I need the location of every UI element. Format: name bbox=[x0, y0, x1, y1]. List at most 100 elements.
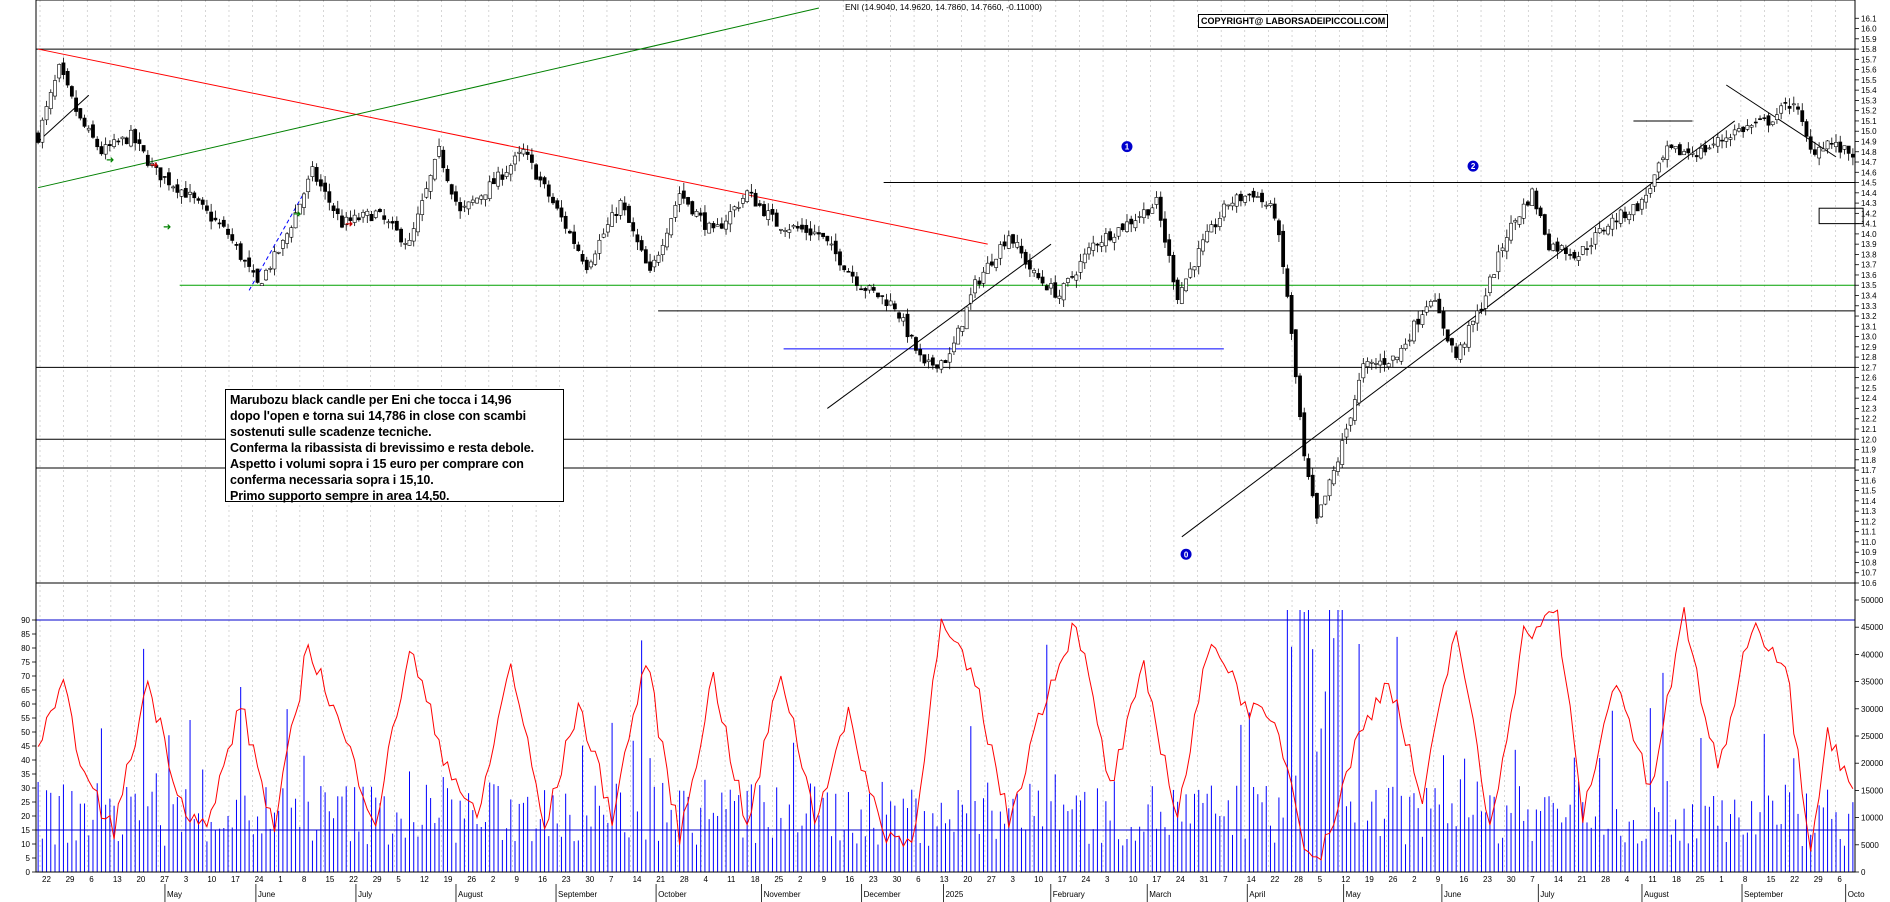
candle bbox=[1302, 412, 1307, 457]
candle bbox=[323, 182, 327, 192]
candle bbox=[407, 240, 412, 246]
candle bbox=[424, 188, 429, 198]
x-tick-label: 6 bbox=[1837, 875, 1842, 884]
y-tick-label: 14.6 bbox=[1861, 168, 1877, 177]
x-tick-label: 9 bbox=[1436, 875, 1441, 884]
candle bbox=[1061, 283, 1066, 301]
candle bbox=[981, 271, 986, 284]
candle bbox=[804, 224, 809, 233]
y-tick-label: 13.7 bbox=[1861, 261, 1877, 270]
left-tick-label: 5 bbox=[26, 854, 31, 863]
candle bbox=[1091, 242, 1096, 251]
y-tick-label: 13.1 bbox=[1861, 322, 1877, 331]
candle bbox=[483, 194, 488, 200]
right-tick-label: 30000 bbox=[1861, 705, 1884, 714]
candle bbox=[990, 261, 994, 266]
candle bbox=[842, 265, 847, 271]
candle bbox=[133, 129, 138, 144]
candle bbox=[1589, 245, 1594, 247]
candle bbox=[1340, 440, 1345, 465]
candle bbox=[1829, 142, 1834, 145]
candle bbox=[690, 201, 695, 215]
candle bbox=[1618, 209, 1623, 224]
candle bbox=[1019, 245, 1024, 254]
candle bbox=[1437, 298, 1442, 314]
candle bbox=[749, 191, 754, 194]
candle bbox=[1699, 147, 1703, 159]
candle bbox=[390, 221, 395, 224]
candle bbox=[1036, 273, 1041, 279]
candle bbox=[112, 139, 116, 147]
candle bbox=[1559, 245, 1564, 250]
candle bbox=[947, 353, 952, 363]
candle bbox=[812, 231, 817, 235]
candle bbox=[943, 360, 948, 363]
x-tick-label: 15 bbox=[1767, 875, 1776, 884]
candle bbox=[1504, 237, 1509, 252]
candle bbox=[1002, 241, 1007, 247]
candle bbox=[732, 206, 737, 211]
y-tick-label: 14.5 bbox=[1861, 179, 1877, 188]
y-tick-label: 13.9 bbox=[1861, 240, 1877, 249]
x-tick-label: 10 bbox=[1129, 875, 1138, 884]
candle bbox=[1395, 356, 1399, 360]
x-tick-label: 22 bbox=[349, 875, 358, 884]
left-tick-label: 55 bbox=[21, 714, 30, 723]
y-tick-label: 13.3 bbox=[1861, 302, 1877, 311]
x-tick-label: 18 bbox=[1672, 875, 1681, 884]
candle bbox=[1293, 329, 1298, 378]
candle bbox=[268, 268, 273, 270]
candle bbox=[40, 119, 45, 143]
candle bbox=[795, 225, 800, 229]
candle bbox=[648, 261, 652, 271]
candle bbox=[770, 209, 775, 215]
y-tick-label: 11.4 bbox=[1861, 497, 1877, 506]
candle bbox=[833, 240, 838, 255]
candle bbox=[1534, 190, 1539, 210]
y-tick-label: 12.5 bbox=[1861, 384, 1877, 393]
candle bbox=[1319, 504, 1324, 518]
candle bbox=[719, 223, 724, 229]
candle bbox=[656, 254, 661, 263]
candle bbox=[1074, 274, 1079, 281]
x-tick-label: 17 bbox=[1058, 875, 1067, 884]
candle bbox=[361, 211, 365, 218]
left-tick-label: 0 bbox=[26, 868, 31, 877]
x-tick-label: 16 bbox=[845, 875, 854, 884]
candle bbox=[1838, 141, 1843, 153]
candle bbox=[774, 212, 779, 227]
candle bbox=[1568, 254, 1573, 256]
left-tick-label: 75 bbox=[21, 658, 30, 667]
candle bbox=[1213, 224, 1218, 228]
x-tick-label: 7 bbox=[1223, 875, 1228, 884]
candle bbox=[213, 217, 218, 221]
candle bbox=[373, 210, 378, 218]
month-label: April bbox=[1249, 890, 1265, 899]
x-tick-label: 1 bbox=[1719, 875, 1724, 884]
candle bbox=[846, 270, 851, 273]
candle bbox=[475, 197, 479, 204]
x-tick-label: 23 bbox=[562, 875, 571, 884]
y-tick-label: 10.9 bbox=[1861, 548, 1877, 557]
month-label: February bbox=[1053, 890, 1085, 899]
y-tick-label: 11.3 bbox=[1861, 507, 1877, 516]
candle bbox=[454, 191, 458, 202]
x-tick-label: 19 bbox=[444, 875, 453, 884]
candle bbox=[622, 202, 627, 211]
candle bbox=[538, 176, 543, 181]
candle bbox=[411, 228, 416, 242]
y-tick-label: 10.7 bbox=[1861, 569, 1877, 578]
candle bbox=[1669, 144, 1674, 148]
month-label: June bbox=[1444, 890, 1462, 899]
candle bbox=[1057, 295, 1062, 299]
x-tick-label: 21 bbox=[656, 875, 665, 884]
candle bbox=[529, 154, 534, 163]
candle bbox=[394, 220, 399, 231]
x-tick-label: 1 bbox=[278, 875, 283, 884]
candle bbox=[1673, 145, 1678, 150]
candle bbox=[1361, 363, 1366, 379]
candle bbox=[1450, 338, 1454, 346]
candle bbox=[631, 222, 636, 232]
candle bbox=[673, 205, 678, 218]
candle bbox=[1095, 243, 1100, 246]
